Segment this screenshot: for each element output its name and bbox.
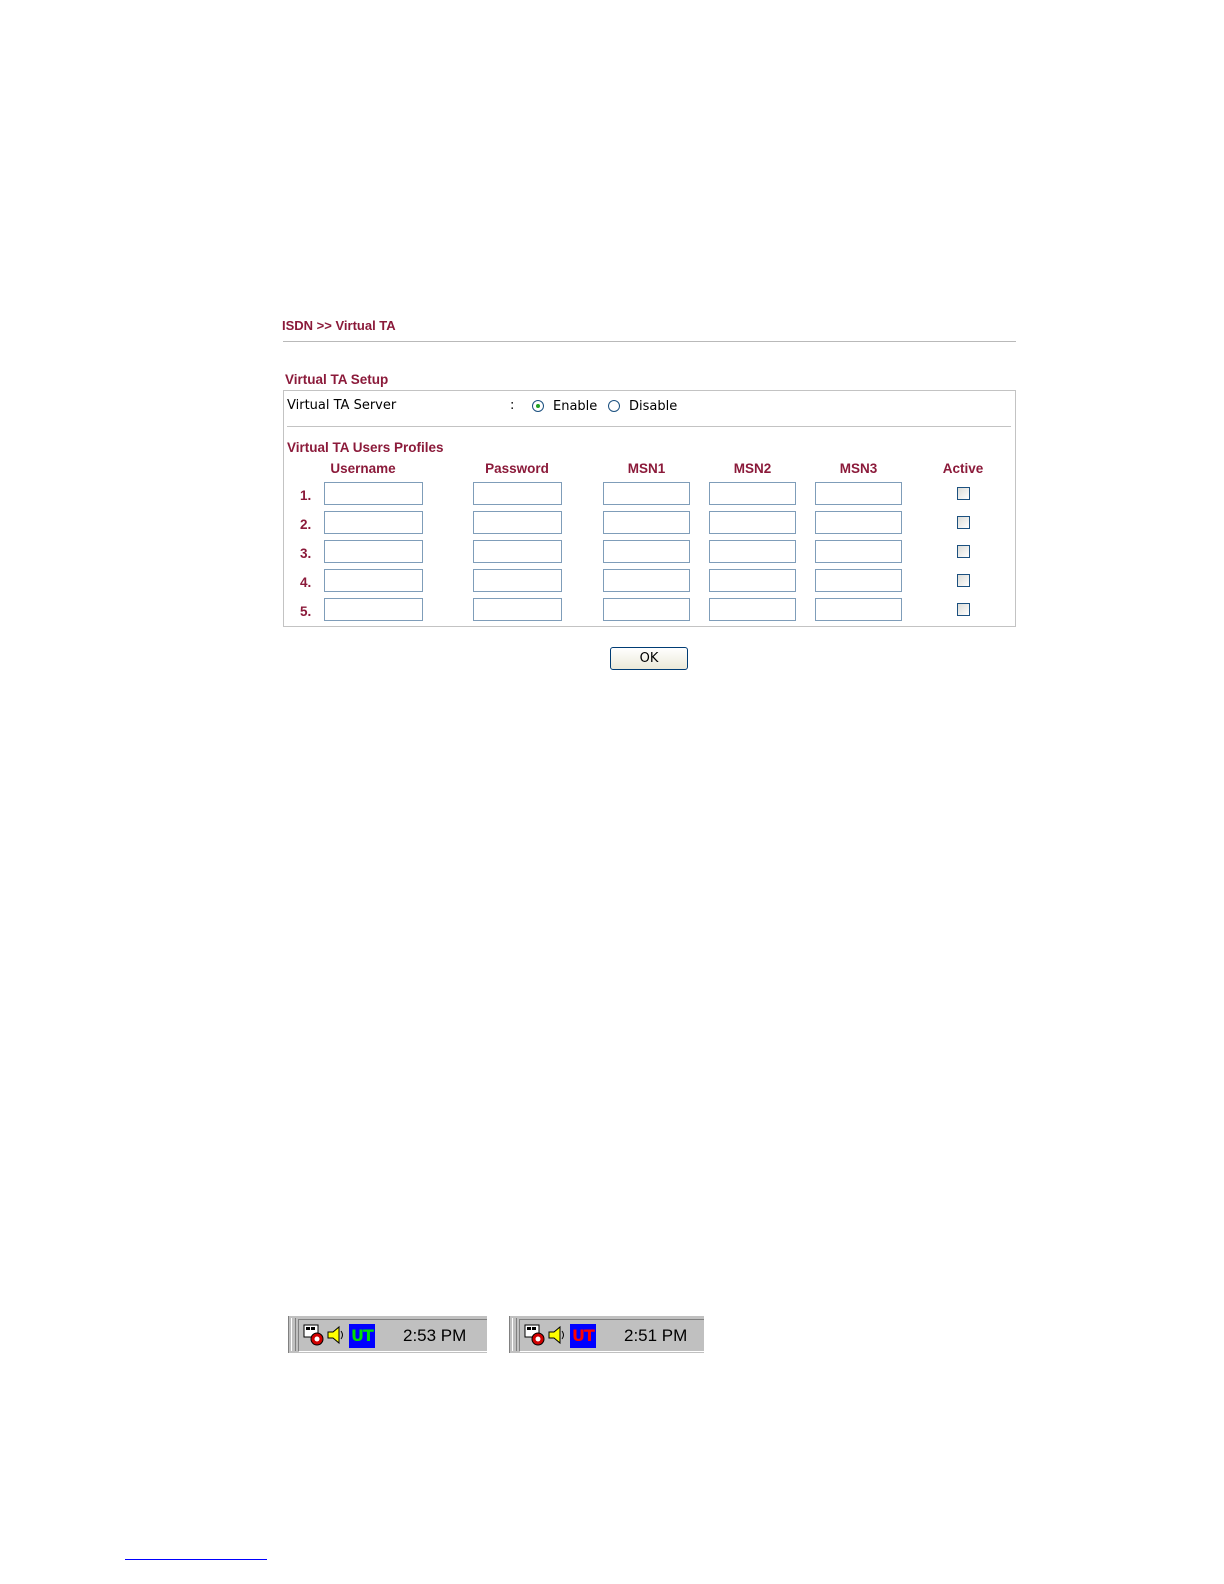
row-number: 3. xyxy=(300,546,312,561)
header-username: Username xyxy=(330,461,396,476)
speaker-icon[interactable] xyxy=(548,1325,566,1345)
enable-radio-label[interactable]: Enable xyxy=(553,399,597,414)
row-number: 2. xyxy=(300,517,312,532)
msn1-input[interactable] xyxy=(603,511,690,534)
title-divider xyxy=(283,341,1016,342)
msn2-input[interactable] xyxy=(709,598,796,621)
username-input[interactable] xyxy=(324,569,423,592)
ut-status-icon[interactable]: UT xyxy=(570,1324,596,1348)
username-input[interactable] xyxy=(324,511,423,534)
tray-grip xyxy=(512,1318,517,1351)
msn1-input[interactable] xyxy=(603,540,690,563)
username-input[interactable] xyxy=(324,482,423,505)
setup-section-title: Virtual TA Setup xyxy=(285,372,389,387)
msn2-input[interactable] xyxy=(709,540,796,563)
msn1-input[interactable] xyxy=(603,569,690,592)
enable-radio[interactable] xyxy=(532,400,544,412)
profiles-section-title: Virtual TA Users Profiles xyxy=(287,440,444,455)
tray-clock[interactable]: 2:53 PM xyxy=(403,1326,466,1346)
header-msn3: MSN3 xyxy=(839,461,878,476)
password-input[interactable] xyxy=(473,482,562,505)
row-number: 1. xyxy=(300,488,312,503)
header-msn1: MSN1 xyxy=(627,461,666,476)
ok-button[interactable]: OK xyxy=(610,647,688,670)
username-input[interactable] xyxy=(324,598,423,621)
msn2-input[interactable] xyxy=(709,569,796,592)
active-checkbox[interactable] xyxy=(957,603,970,616)
msn3-input[interactable] xyxy=(815,569,902,592)
speaker-icon[interactable] xyxy=(327,1325,345,1345)
active-checkbox[interactable] xyxy=(957,516,970,529)
msn2-input[interactable] xyxy=(709,511,796,534)
header-active: Active xyxy=(942,461,984,476)
tray-clock[interactable]: 2:51 PM xyxy=(624,1326,687,1346)
msn3-input[interactable] xyxy=(815,540,902,563)
password-input[interactable] xyxy=(473,598,562,621)
ut-status-icon[interactable]: UT xyxy=(349,1324,375,1348)
row-number: 5. xyxy=(300,604,312,619)
password-input[interactable] xyxy=(473,511,562,534)
active-checkbox[interactable] xyxy=(957,545,970,558)
active-checkbox[interactable] xyxy=(957,487,970,500)
msn3-input[interactable] xyxy=(815,482,902,505)
footer-link-underline xyxy=(125,1559,267,1560)
username-input[interactable] xyxy=(324,540,423,563)
msn1-input[interactable] xyxy=(603,482,690,505)
system-tray: UT 2:53 PM xyxy=(288,1316,487,1353)
password-input[interactable] xyxy=(473,540,562,563)
msn3-input[interactable] xyxy=(815,598,902,621)
tray-grip xyxy=(291,1318,296,1351)
breadcrumb: ISDN >> Virtual TA xyxy=(282,318,396,333)
row-number: 4. xyxy=(300,575,312,590)
header-password: Password xyxy=(485,461,549,476)
disable-radio-label[interactable]: Disable xyxy=(629,399,677,414)
header-msn2: MSN2 xyxy=(733,461,772,476)
server-label: Virtual TA Server xyxy=(287,398,397,413)
setup-inner-divider xyxy=(287,426,1011,427)
tray-area: UT 2:53 PM xyxy=(298,1319,487,1352)
password-input[interactable] xyxy=(473,569,562,592)
system-tray: UT 2:51 PM xyxy=(509,1316,704,1353)
tray-area: UT 2:51 PM xyxy=(519,1319,704,1352)
active-checkbox[interactable] xyxy=(957,574,970,587)
app-monitor-icon[interactable] xyxy=(303,1324,325,1346)
server-colon: : xyxy=(510,398,515,413)
msn1-input[interactable] xyxy=(603,598,690,621)
msn2-input[interactable] xyxy=(709,482,796,505)
disable-radio[interactable] xyxy=(608,400,620,412)
app-monitor-icon[interactable] xyxy=(524,1324,546,1346)
msn3-input[interactable] xyxy=(815,511,902,534)
